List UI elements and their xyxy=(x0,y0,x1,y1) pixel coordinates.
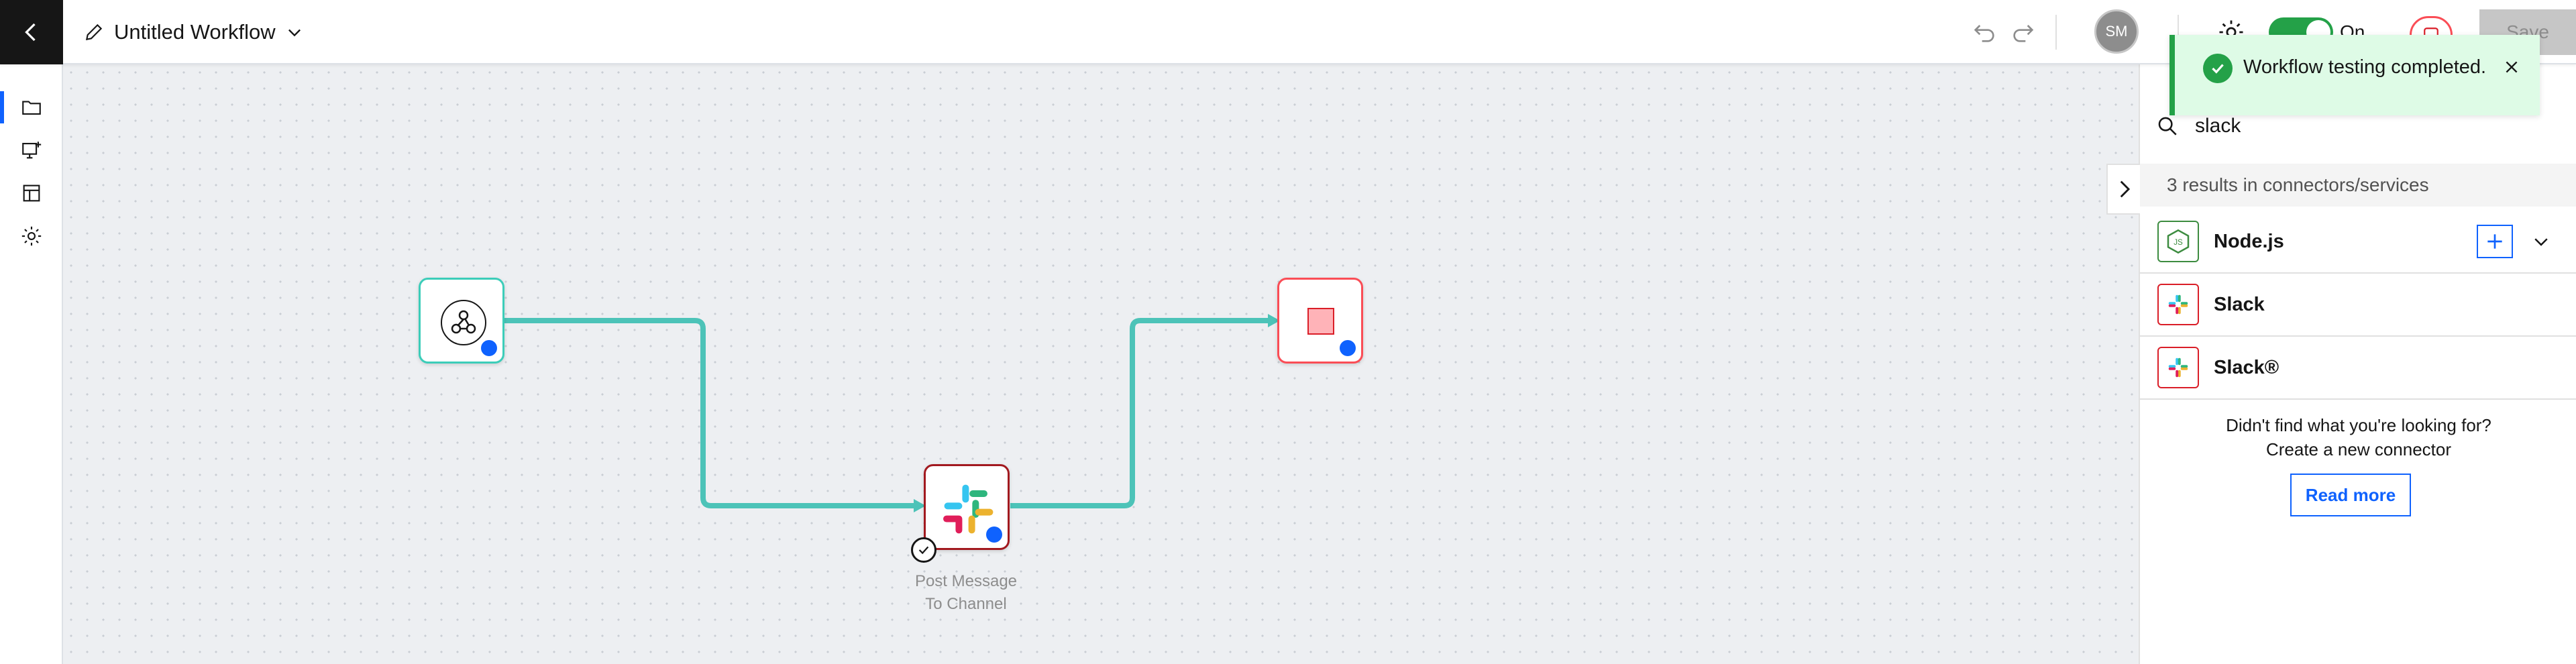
slack-node-label: Post Message To Channel xyxy=(894,570,1038,616)
left-rail xyxy=(0,64,63,664)
result-item-slack[interactable]: Slack xyxy=(2140,274,2576,337)
slack-node-label-line1: Post Message xyxy=(914,572,1018,590)
toast-close-button[interactable] xyxy=(2497,52,2526,82)
checkmark-circle-icon xyxy=(2203,54,2233,83)
slack-icon xyxy=(2157,284,2199,325)
not-found-line1: Didn't find what you're looking for? xyxy=(2226,415,2491,435)
rail-item-settings[interactable] xyxy=(0,215,63,258)
not-found-message: Didn't find what you're looking for? Cre… xyxy=(2140,413,2576,461)
undo-icon xyxy=(1974,25,1994,42)
result-name: Slack xyxy=(2214,293,2265,315)
layout-icon xyxy=(23,184,40,202)
results-summary: 3 results in connectors/services xyxy=(2140,164,2576,207)
collapse-panel-button[interactable] xyxy=(2106,164,2140,215)
header-divider xyxy=(2055,15,2057,50)
result-name: Slack® xyxy=(2214,356,2279,378)
plus-icon xyxy=(2487,234,2502,249)
node-status-dot xyxy=(481,340,497,356)
back-button[interactable] xyxy=(0,0,63,64)
svg-text:JS: JS xyxy=(2174,238,2183,247)
pencil-icon xyxy=(85,23,103,41)
redo-icon xyxy=(2013,25,2034,42)
node-status-dot xyxy=(986,527,1002,543)
avatar[interactable]: SM xyxy=(2094,9,2139,54)
search-input[interactable]: slack xyxy=(2195,115,2241,137)
slack-icon xyxy=(2157,347,2199,388)
workflow-canvas[interactable] xyxy=(63,64,2139,664)
chevron-down-icon xyxy=(288,29,301,37)
toast-message: Workflow testing completed. xyxy=(2243,56,2487,78)
webhook-icon xyxy=(441,300,486,345)
node-status-dot xyxy=(1340,340,1356,356)
add-connector-button[interactable] xyxy=(2477,225,2513,258)
result-item-slack-registered[interactable]: Slack® xyxy=(2140,337,2576,400)
workflow-title-text: Untitled Workflow xyxy=(114,20,276,44)
search-icon xyxy=(2158,117,2177,135)
chevron-down-icon xyxy=(2534,238,2548,246)
connector-panel: slack 3 results in connectors/services J… xyxy=(2139,64,2576,664)
not-found-line2: Create a new connector xyxy=(2265,439,2452,459)
stop-square-icon xyxy=(1307,308,1334,335)
nodejs-icon: JS xyxy=(2157,221,2199,262)
result-item-nodejs[interactable]: JS Node.js xyxy=(2140,211,2576,274)
trigger-node[interactable] xyxy=(419,278,504,364)
slack-action-node[interactable] xyxy=(911,464,1010,563)
close-icon xyxy=(2506,61,2518,73)
tested-check-icon xyxy=(911,537,936,563)
rail-item-layout[interactable] xyxy=(0,172,63,215)
expand-button[interactable] xyxy=(2526,227,2556,256)
back-arrow-icon xyxy=(25,23,36,42)
end-node[interactable] xyxy=(1277,278,1363,364)
folder-icon xyxy=(22,101,41,115)
undo-button[interactable] xyxy=(1968,16,2000,48)
rail-item-files[interactable] xyxy=(0,86,63,129)
success-toast: Workflow testing completed. xyxy=(2169,35,2540,115)
slack-node-label-line2: To Channel xyxy=(925,595,1007,613)
monitor-add-icon xyxy=(22,142,42,159)
workflow-title[interactable]: Untitled Workflow xyxy=(83,16,304,48)
rail-item-deploy[interactable] xyxy=(0,129,63,172)
settings-icon xyxy=(21,226,42,246)
result-name: Node.js xyxy=(2214,230,2284,252)
read-more-button[interactable]: Read more xyxy=(2290,474,2411,516)
chevron-right-icon xyxy=(2120,180,2131,198)
redo-button[interactable] xyxy=(2007,16,2039,48)
